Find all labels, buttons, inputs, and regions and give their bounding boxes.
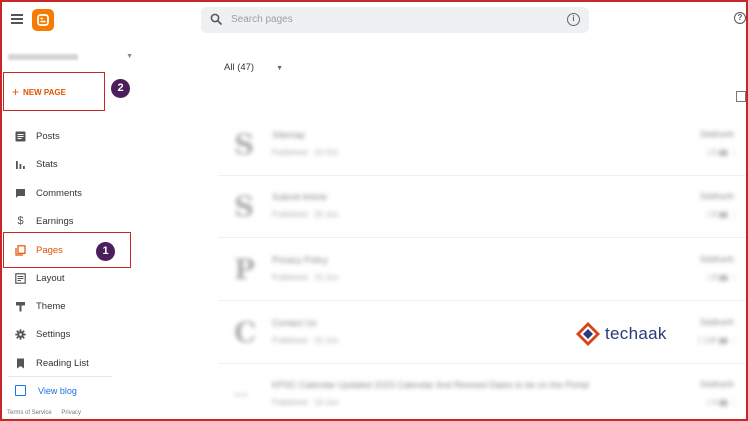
comments-icon [15,188,26,199]
page-stats: ⟨ 4 ▮▮ ⋮ [706,398,738,407]
page-stats: ⟨ 120 ▮▮ ⋮ [698,336,738,345]
filter-label: All (47) [224,62,255,73]
select-all-checkbox[interactable] [736,91,746,102]
page-author: Siddharth [699,130,734,139]
layout-icon [15,272,26,284]
view-count: 6 [712,148,717,157]
view-count: 120 [703,336,717,345]
sidebar-item-label: Comments [36,187,82,199]
new-page-button[interactable]: + NEW PAGE [12,84,66,100]
page-thumbnail: … [234,384,248,400]
sidebar-item-label: Earnings [36,215,74,227]
sidebar-item-label: Posts [36,130,60,142]
page-author: Siddharth [699,318,734,327]
pages-filter-dropdown[interactable]: All (47) ▼ [224,62,283,73]
row-divider [218,175,746,176]
sidebar-item-pages[interactable]: Pages [15,242,63,258]
view-count: 8 [712,273,717,282]
search-input[interactable]: Search pages [231,14,293,25]
page-title[interactable]: Contact Us [272,318,317,328]
watermark-text: techaak [605,324,667,343]
dollar-icon: $ [17,214,24,227]
page-author: Siddharth [699,192,734,201]
blogger-logo-icon[interactable] [32,9,54,31]
row-divider [218,300,746,301]
posts-icon [15,131,26,142]
chevron-down-icon: ▼ [276,65,284,72]
stats-icon [15,159,26,170]
sidebar-item-label: Theme [36,300,66,312]
plus-icon: + [12,85,20,99]
row-divider [218,237,746,238]
view-blog-link[interactable]: View blog [15,385,77,396]
search-icon [210,13,223,26]
sidebar-item-layout[interactable]: Layout [15,270,65,286]
top-bar: Search pages i ? [0,0,748,42]
terms-link[interactable]: Terms of Service [7,410,52,416]
sidebar-item-label: Pages [36,244,63,256]
view-count: 4 [712,398,717,407]
page-thumbnail: C [234,316,257,349]
page-meta: Published · 15 Jun [272,336,339,345]
page-stats: ⟨ 8 ▮▮ ⋮ [706,273,738,282]
external-link-icon [15,385,26,396]
page-title[interactable]: Privacy Policy [272,255,328,265]
help-icon[interactable]: ? [734,12,746,24]
menu-icon[interactable] [11,14,23,24]
page-thumbnail: P [234,253,256,286]
callout-badge-1: 1 [96,242,115,261]
sidebar-footer: Terms of Service Privacy [7,410,89,416]
blog-selector[interactable]: ▼ [8,53,133,64]
new-page-label: NEW PAGE [23,87,66,97]
sidebar-item-label: Stats [36,158,58,170]
pages-icon [15,244,26,256]
sidebar-item-settings[interactable]: Settings [15,326,70,342]
search-bar[interactable]: Search pages i [201,7,589,33]
bookmark-icon [15,358,26,369]
sidebar-divider [8,376,112,377]
callout-badge-2: 2 [111,79,130,98]
sidebar-item-label: Settings [36,328,71,340]
page-stats: ⟨ 8 ▮▮ ⋮ [706,210,738,219]
table-row[interactable]: S Submit Article Published · 20 Jun Sidd… [218,180,746,236]
view-blog-label: View blog [38,385,77,396]
blog-name-blurred [8,54,78,60]
page-author: Siddharth [699,255,734,264]
page-thumbnail: S [234,190,255,223]
table-row[interactable]: S Sitemap Published · 10 Oct Siddharth ⟨… [218,118,746,174]
row-divider [218,363,746,364]
sidebar-item-posts[interactable]: Posts [15,128,60,144]
watermark: techaak [575,321,667,347]
chevron-down-icon: ▼ [126,53,133,60]
page-title[interactable]: Submit Article [272,192,327,202]
sidebar-item-stats[interactable]: Stats [15,156,58,172]
table-row[interactable]: P Privacy Policy Published · 15 Jun Sidd… [218,243,746,299]
page-author: Siddharth [699,380,734,389]
table-row[interactable]: … KPSC Calendar Updated 2023 Calendar An… [218,368,746,421]
sidebar-item-label: Layout [36,272,65,284]
page-meta: Published · 15 Jun [272,273,339,282]
gear-icon [15,328,26,340]
page-meta: Published · 10 Jun [272,398,339,407]
page-title[interactable]: KPSC Calendar Updated 2023 Calendar And … [272,380,589,390]
page-meta: Published · 20 Jun [272,210,339,219]
privacy-link[interactable]: Privacy [61,410,81,416]
sidebar-item-reading-list[interactable]: Reading List [15,355,89,371]
sidebar-item-earnings[interactable]: $ Earnings [15,213,74,229]
page-title[interactable]: Sitemap [272,130,305,140]
page-thumbnail: S [234,128,255,161]
view-count: 8 [712,210,717,219]
paint-roller-icon [15,301,26,312]
page-stats: ⟨ 6 ▮▮ ⋮ [706,148,738,157]
info-icon[interactable]: i [567,13,580,26]
page-meta: Published · 10 Oct [272,148,338,157]
sidebar-item-comments[interactable]: Comments [15,185,82,201]
sidebar-item-theme[interactable]: Theme [15,298,66,314]
techaak-logo-icon [575,321,601,347]
sidebar-item-label: Reading List [36,357,89,369]
